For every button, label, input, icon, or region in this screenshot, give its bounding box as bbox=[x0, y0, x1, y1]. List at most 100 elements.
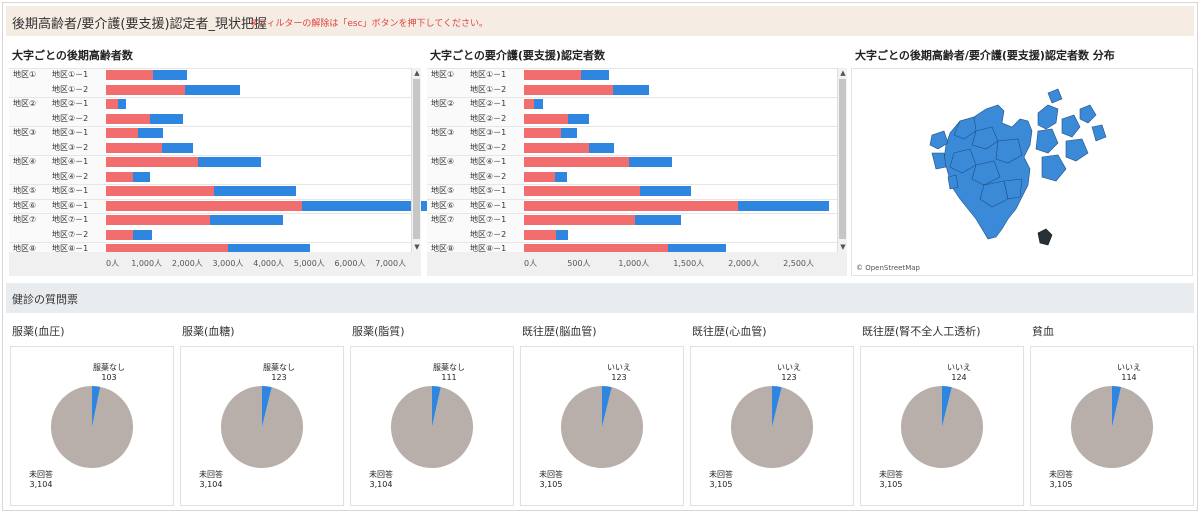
care-bar-chart[interactable]: 地区① 地区①－1 地区①－2 地区② 地区②－1 地区②－2 地区③ 地区③－1 地区③－2 地… bbox=[427, 68, 847, 276]
bar-segment-red[interactable] bbox=[524, 157, 630, 167]
table-row[interactable]: 地区②－2 bbox=[427, 112, 837, 126]
table-row[interactable]: 地区② 地区②－1 bbox=[427, 97, 837, 111]
elderly-bar-chart[interactable]: 地区① 地区①－1 地区①－2 地区② 地区②－1 地区②－2 地区③ 地区③－1 地区③－2 地… bbox=[9, 68, 433, 276]
scroll-thumb[interactable] bbox=[413, 79, 420, 239]
map-region[interactable] bbox=[1065, 138, 1089, 162]
bar-segment-red[interactable] bbox=[106, 142, 163, 153]
map-region[interactable] bbox=[931, 152, 947, 170]
bar-segment-blue[interactable] bbox=[137, 128, 163, 138]
bar-segment-red[interactable] bbox=[524, 229, 556, 240]
bar-segment-red[interactable] bbox=[106, 215, 211, 225]
scroll-up-icon[interactable]: ▲ bbox=[838, 68, 848, 78]
bar-segment-blue[interactable] bbox=[588, 142, 615, 153]
table-row[interactable]: 地区⑦ 地区⑦－1 bbox=[9, 213, 411, 227]
map-region[interactable] bbox=[1037, 104, 1059, 130]
scrollbar[interactable]: ▲ ▼ bbox=[411, 68, 421, 252]
bar-segment-blue[interactable] bbox=[738, 200, 830, 211]
bar-segment-blue[interactable] bbox=[533, 99, 543, 109]
pie-card[interactable]: いいえ 124 未回答 3,105 bbox=[860, 346, 1024, 506]
bar-segment-red[interactable] bbox=[524, 99, 534, 109]
map-region[interactable] bbox=[1035, 128, 1059, 154]
table-row[interactable]: 地区③ 地区③－1 bbox=[9, 126, 411, 140]
distribution-map[interactable]: © OpenStreetMap bbox=[851, 68, 1193, 276]
bar-segment-red[interactable] bbox=[106, 200, 302, 211]
bar-segment-blue[interactable] bbox=[132, 171, 150, 182]
bar-segment-blue[interactable] bbox=[555, 229, 568, 240]
table-row[interactable]: 地区⑥ 地区⑥－1 bbox=[9, 199, 433, 213]
table-row[interactable]: 地区⑤ 地区⑤－1 bbox=[9, 184, 411, 198]
table-row[interactable]: 地区①－2 bbox=[9, 83, 411, 97]
bar-segment-red[interactable] bbox=[524, 142, 589, 153]
bar-segment-blue[interactable] bbox=[612, 84, 650, 95]
table-row[interactable]: 地区① 地区①－1 bbox=[9, 68, 411, 82]
bar-segment-blue[interactable] bbox=[150, 113, 183, 124]
pie-card[interactable]: 服薬なし 111 未回答 3,104 bbox=[350, 346, 514, 506]
map-region[interactable] bbox=[1041, 154, 1067, 182]
map-region[interactable] bbox=[1047, 88, 1063, 104]
scroll-down-icon[interactable]: ▼ bbox=[412, 242, 422, 252]
bar-segment-blue[interactable] bbox=[184, 84, 241, 95]
pie-card[interactable]: いいえ 114 未回答 3,105 bbox=[1030, 346, 1194, 506]
bar-segment-red[interactable] bbox=[524, 171, 555, 182]
bar-segment-blue[interactable] bbox=[162, 142, 194, 153]
pie-card[interactable]: いいえ 123 未回答 3,105 bbox=[690, 346, 854, 506]
pie-card[interactable]: いいえ 123 未回答 3,105 bbox=[520, 346, 684, 506]
table-row[interactable]: 地区⑦－2 bbox=[427, 228, 837, 242]
bar-segment-red[interactable] bbox=[524, 70, 582, 80]
bar-segment-red[interactable] bbox=[106, 186, 214, 196]
table-row[interactable]: 地区③－2 bbox=[427, 141, 837, 155]
table-row[interactable]: 地区③ 地区③－1 bbox=[427, 126, 837, 140]
table-row[interactable]: 地区⑦－2 bbox=[9, 228, 411, 242]
bar-segment-blue[interactable] bbox=[132, 229, 152, 240]
scroll-up-icon[interactable]: ▲ bbox=[412, 68, 422, 78]
table-row[interactable]: 地区④－2 bbox=[427, 170, 837, 184]
table-row[interactable]: 地区⑤ 地区⑤－1 bbox=[427, 184, 837, 198]
bar-segment-blue[interactable] bbox=[640, 186, 691, 196]
table-row[interactable]: 地区④ 地区④－1 bbox=[9, 155, 411, 169]
map-region[interactable] bbox=[929, 130, 949, 150]
bar-segment-red[interactable] bbox=[524, 200, 739, 211]
bar-segment-red[interactable] bbox=[106, 99, 119, 109]
bar-segment-blue[interactable] bbox=[561, 128, 577, 138]
bar-segment-blue[interactable] bbox=[554, 171, 567, 182]
bar-segment-red[interactable] bbox=[524, 128, 562, 138]
bar-segment-red[interactable] bbox=[524, 215, 635, 225]
bar-segment-blue[interactable] bbox=[210, 215, 284, 225]
bar-segment-blue[interactable] bbox=[213, 186, 297, 196]
table-row[interactable]: 地区④ 地区④－1 bbox=[427, 155, 837, 169]
bar-segment-blue[interactable] bbox=[197, 157, 261, 167]
map-region[interactable] bbox=[1061, 114, 1081, 138]
bar-segment-blue[interactable] bbox=[152, 70, 187, 80]
bar-segment-red[interactable] bbox=[106, 171, 133, 182]
scrollbar[interactable]: ▲ ▼ bbox=[837, 68, 847, 252]
map-region[interactable] bbox=[947, 174, 959, 190]
table-row[interactable]: 地区② 地区②－1 bbox=[9, 97, 411, 111]
bar-segment-red[interactable] bbox=[106, 113, 151, 124]
bar-segment-blue[interactable] bbox=[581, 70, 609, 80]
table-row[interactable]: 地区⑥ 地区⑥－1 bbox=[427, 199, 837, 213]
table-row[interactable]: 地区②－2 bbox=[9, 112, 411, 126]
map-region-selected[interactable] bbox=[1037, 228, 1053, 246]
bar-segment-red[interactable] bbox=[106, 229, 133, 240]
table-row[interactable]: 地区④－2 bbox=[9, 170, 411, 184]
scroll-down-icon[interactable]: ▼ bbox=[838, 242, 848, 252]
bar-segment-red[interactable] bbox=[106, 128, 138, 138]
bar-segment-red[interactable] bbox=[524, 84, 613, 95]
scroll-thumb[interactable] bbox=[839, 79, 846, 239]
table-row[interactable]: 地区①－2 bbox=[427, 83, 837, 97]
bar-segment-red[interactable] bbox=[524, 113, 568, 124]
map-regions[interactable] bbox=[852, 69, 1194, 277]
bar-segment-red[interactable] bbox=[106, 84, 185, 95]
table-row[interactable]: 地区③－2 bbox=[9, 141, 411, 155]
table-row[interactable]: 地区① 地区①－1 bbox=[427, 68, 837, 82]
table-row[interactable]: 地区⑦ 地区⑦－1 bbox=[427, 213, 837, 227]
bar-segment-blue[interactable] bbox=[629, 157, 673, 167]
pie-card[interactable]: 服薬なし 123 未回答 3,104 bbox=[180, 346, 344, 506]
pie-card[interactable]: 服薬なし 103 未回答 3,104 bbox=[10, 346, 174, 506]
bar-segment-red[interactable] bbox=[106, 157, 198, 167]
bar-segment-blue[interactable] bbox=[567, 113, 589, 124]
bar-segment-red[interactable] bbox=[106, 70, 153, 80]
bar-segment-red[interactable] bbox=[524, 186, 641, 196]
bar-segment-blue[interactable] bbox=[634, 215, 682, 225]
bar-segment-blue[interactable] bbox=[118, 99, 127, 109]
